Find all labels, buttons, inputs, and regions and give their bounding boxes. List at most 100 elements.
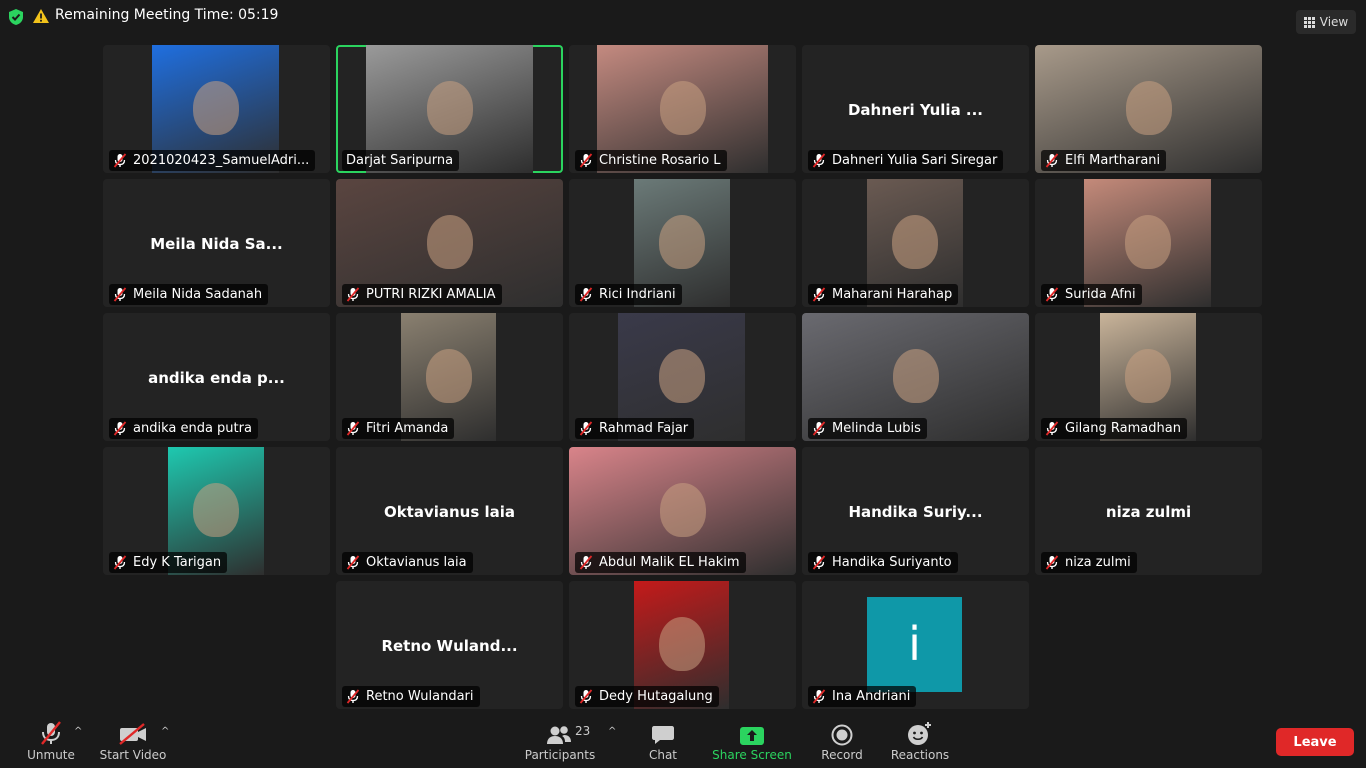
participant-tile[interactable]: Handika Suriy... Handika Suriyanto bbox=[802, 447, 1029, 575]
participant-tile[interactable]: Elfi Martharani bbox=[1035, 45, 1262, 173]
participant-name: Retno Wulandari bbox=[366, 689, 474, 704]
warning-icon bbox=[33, 9, 49, 23]
participant-tile[interactable]: Maharani Harahap bbox=[802, 179, 1029, 307]
participant-tile[interactable]: Fitri Amanda bbox=[336, 313, 563, 441]
mic-muted-icon bbox=[812, 689, 826, 704]
participant-name-label: niza zulmi bbox=[1041, 552, 1137, 573]
participant-tile[interactable]: Christine Rosario L bbox=[569, 45, 796, 173]
participant-name: Dahneri Yulia Sari Siregar bbox=[832, 153, 998, 168]
participant-tile[interactable]: Oktavianus laia Oktavianus laia bbox=[336, 447, 563, 575]
mic-muted-icon bbox=[113, 421, 127, 436]
participant-tile[interactable]: niza zulmi niza zulmi bbox=[1035, 447, 1262, 575]
participant-name-label: PUTRI RIZKI AMALIA bbox=[342, 284, 502, 305]
share-screen-icon bbox=[740, 727, 764, 745]
chat-button[interactable]: Chat bbox=[640, 716, 686, 768]
participant-name-label: Handika Suriyanto bbox=[808, 552, 958, 573]
participant-name-label: Maharani Harahap bbox=[808, 284, 959, 305]
mic-muted-icon bbox=[1045, 287, 1059, 302]
share-screen-button[interactable]: Share Screen bbox=[708, 716, 796, 768]
participant-tile[interactable]: Meila Nida Sa... Meila Nida Sadanah bbox=[103, 179, 330, 307]
participant-name-label: Dahneri Yulia Sari Siregar bbox=[808, 150, 1004, 171]
mic-muted-icon bbox=[346, 555, 360, 570]
participant-name: Gilang Ramadhan bbox=[1065, 421, 1181, 436]
mic-muted-icon bbox=[812, 421, 826, 436]
view-button-label: View bbox=[1319, 15, 1349, 29]
participant-tile[interactable]: 2021020423_SamuelAdri... bbox=[103, 45, 330, 173]
participant-name: Dedy Hutagalung bbox=[599, 689, 713, 704]
meeting-toolbar: Unmute ^ Start Video ^ Participants 23 ^ bbox=[0, 716, 1366, 768]
participant-name: 2021020423_SamuelAdri... bbox=[133, 153, 310, 168]
participant-tile[interactable]: Rici Indriani bbox=[569, 179, 796, 307]
mic-muted-icon bbox=[579, 689, 593, 704]
participant-silhouette bbox=[193, 482, 239, 537]
mic-muted-icon bbox=[346, 287, 360, 302]
mic-muted-icon bbox=[346, 689, 360, 704]
participant-name-label: Rici Indriani bbox=[575, 284, 682, 305]
participant-tile[interactable]: Abdul Malik EL Hakim bbox=[569, 447, 796, 575]
mic-muted-icon bbox=[113, 555, 127, 570]
view-button[interactable]: View bbox=[1296, 10, 1356, 34]
participant-name-label: Surida Afni bbox=[1041, 284, 1142, 305]
chat-label: Chat bbox=[648, 748, 678, 762]
audio-options-caret-icon[interactable]: ^ bbox=[74, 726, 82, 737]
video-options-caret-icon[interactable]: ^ bbox=[161, 726, 169, 737]
participant-silhouette bbox=[426, 80, 473, 135]
mic-muted-icon bbox=[113, 287, 127, 302]
participant-name: Maharani Harahap bbox=[832, 287, 953, 302]
mic-muted-icon bbox=[346, 421, 360, 436]
participant-tile[interactable]: Gilang Ramadhan bbox=[1035, 313, 1262, 441]
mic-muted-icon bbox=[1045, 421, 1059, 436]
participant-display-name: Meila Nida Sa... bbox=[150, 235, 283, 253]
reactions-button[interactable]: Reactions bbox=[888, 716, 952, 768]
participant-silhouette bbox=[192, 80, 239, 135]
participants-icon bbox=[547, 726, 571, 744]
meeting-top-bar: Remaining Meeting Time: 05:19 View bbox=[0, 0, 1366, 34]
mic-muted-icon bbox=[1045, 555, 1059, 570]
participant-tile[interactable]: Melinda Lubis bbox=[802, 313, 1029, 441]
participant-name-label: Fitri Amanda bbox=[342, 418, 455, 439]
start-video-label: Start Video bbox=[99, 748, 167, 762]
participant-tile[interactable]: Dahneri Yulia ... Dahneri Yulia Sari Sire… bbox=[802, 45, 1029, 173]
participant-silhouette bbox=[1125, 348, 1171, 403]
participant-tile[interactable]: Dedy Hutagalung bbox=[569, 581, 796, 709]
participant-name-label: Ina Andriani bbox=[808, 686, 917, 707]
participant-display-name: Oktavianus laia bbox=[383, 503, 516, 521]
participant-tile[interactable]: Surida Afni bbox=[1035, 179, 1262, 307]
participant-tile[interactable]: PUTRI RIZKI AMALIA bbox=[336, 179, 563, 307]
participant-display-name: Handika Suriy... bbox=[848, 503, 983, 521]
participant-tile[interactable]: Edy K Tarigan bbox=[103, 447, 330, 575]
reactions-smiley-icon bbox=[908, 722, 931, 745]
record-label: Record bbox=[821, 748, 863, 762]
participant-name-label: Retno Wulandari bbox=[342, 686, 480, 707]
participant-tile[interactable]: i Ina Andriani bbox=[802, 581, 1029, 709]
participant-tile[interactable]: Darjat Saripurna bbox=[336, 45, 563, 173]
record-icon bbox=[831, 724, 853, 746]
unmute-button[interactable]: Unmute bbox=[22, 716, 80, 768]
participant-silhouette bbox=[892, 348, 939, 403]
grid-view-icon bbox=[1303, 16, 1315, 28]
start-video-button[interactable]: Start Video bbox=[98, 716, 168, 768]
participant-silhouette bbox=[659, 214, 705, 269]
participant-tile[interactable]: Rahmad Fajar bbox=[569, 313, 796, 441]
mic-muted-icon bbox=[579, 421, 593, 436]
participant-silhouette bbox=[659, 80, 706, 135]
participant-silhouette bbox=[1124, 214, 1171, 269]
record-button[interactable]: Record bbox=[816, 716, 868, 768]
mic-muted-icon bbox=[579, 555, 593, 570]
participant-tile[interactable]: Retno Wuland... Retno Wulandari bbox=[336, 581, 563, 709]
participants-options-caret-icon[interactable]: ^ bbox=[608, 726, 616, 737]
participant-tile[interactable]: andika enda p... andika enda putra bbox=[103, 313, 330, 441]
participant-silhouette bbox=[425, 348, 472, 403]
microphone-muted-icon bbox=[41, 721, 61, 745]
participant-name: Ina Andriani bbox=[832, 689, 911, 704]
mic-muted-icon bbox=[812, 153, 826, 168]
participant-display-name: Dahneri Yulia ... bbox=[847, 101, 984, 119]
participant-name: niza zulmi bbox=[1065, 555, 1131, 570]
participant-name-label: Darjat Saripurna bbox=[342, 150, 460, 171]
participant-name-label: Elfi Martharani bbox=[1041, 150, 1167, 171]
participant-silhouette bbox=[1125, 80, 1172, 135]
leave-button[interactable]: Leave bbox=[1276, 728, 1354, 756]
participant-name: Edy K Tarigan bbox=[133, 555, 222, 570]
security-shield-icon[interactable] bbox=[8, 8, 24, 26]
participant-name: Melinda Lubis bbox=[832, 421, 921, 436]
